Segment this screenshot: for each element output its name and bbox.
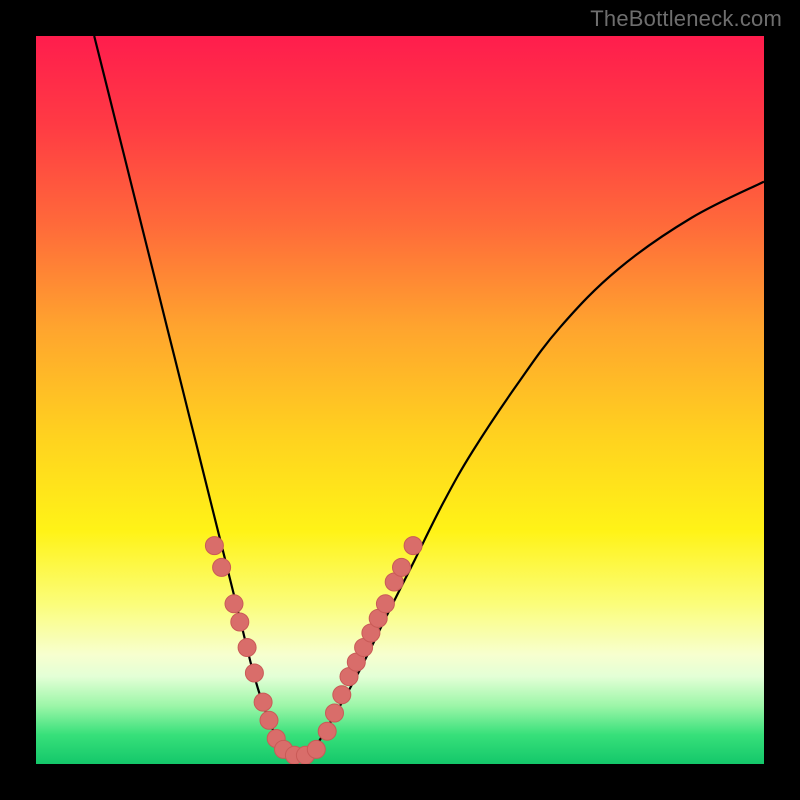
watermark-text: TheBottleneck.com <box>590 6 782 32</box>
highlight-dot <box>254 693 272 711</box>
highlight-dot <box>404 537 422 555</box>
plot-area <box>36 36 764 764</box>
highlight-dot <box>231 613 249 631</box>
highlight-dot <box>393 558 411 576</box>
bottleneck-curve-svg <box>36 36 764 764</box>
bottleneck-curve <box>94 36 764 757</box>
highlight-dot <box>307 740 325 758</box>
highlight-dot <box>205 537 223 555</box>
highlight-dot <box>260 711 278 729</box>
highlight-dot <box>213 558 231 576</box>
highlight-dot <box>238 639 256 657</box>
highlight-dots-group <box>205 537 422 764</box>
highlight-dot <box>326 704 344 722</box>
highlight-dot <box>333 686 351 704</box>
highlight-dot <box>225 595 243 613</box>
chart-frame: TheBottleneck.com <box>0 0 800 800</box>
highlight-dot <box>318 722 336 740</box>
highlight-dot <box>245 664 263 682</box>
highlight-dot <box>376 595 394 613</box>
